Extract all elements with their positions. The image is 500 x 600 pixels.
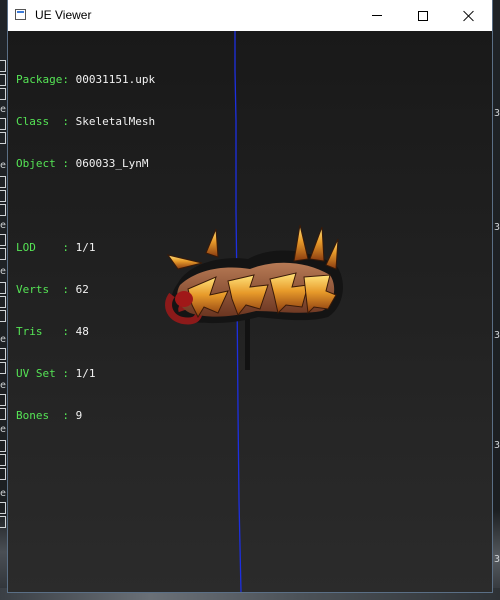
bg-mark: [0, 296, 6, 308]
bg-mark: [0, 408, 6, 420]
window-title: UE Viewer: [35, 8, 92, 22]
bg-mark: [0, 454, 6, 466]
bg-mark: [0, 516, 6, 528]
bg-letter: e: [0, 220, 7, 231]
bg-mark: [0, 362, 6, 374]
maximize-icon: [418, 10, 428, 21]
info-label: Package: [16, 73, 63, 86]
info-label: Verts: [16, 283, 63, 296]
info-row-lod: LOD : 1/1: [16, 241, 96, 254]
info-value: SkeletalMesh: [75, 115, 156, 128]
info-label: Object: [16, 157, 63, 170]
bg-mark: [0, 132, 6, 144]
info-label: UV Set: [16, 367, 63, 380]
bg-mark: [0, 176, 6, 188]
info-row-verts: Verts : 62: [16, 283, 89, 296]
bg-mark: [0, 282, 6, 294]
bg-letter: e: [0, 160, 7, 171]
app-window-icon[interactable]: [15, 9, 26, 20]
bg-mark: [0, 60, 6, 72]
bg-letter: e: [0, 334, 7, 345]
bg-number: 3: [493, 554, 500, 565]
bg-mark: [0, 74, 6, 86]
bg-letter: e: [0, 266, 7, 277]
minimize-button[interactable]: [354, 0, 400, 31]
info-row-object: Object : 060033_LynM: [16, 157, 149, 170]
bg-number: 3: [493, 108, 500, 119]
bg-letter: e: [0, 104, 7, 115]
bg-mark: [0, 190, 6, 202]
bg-mark: [0, 440, 6, 452]
info-value: 060033_LynM: [75, 157, 149, 170]
bg-mark: [0, 310, 6, 322]
info-label: Class: [16, 115, 63, 128]
bg-mark: [0, 394, 6, 406]
info-value: 62: [75, 283, 89, 296]
maximize-button[interactable]: [400, 0, 446, 31]
ue-viewer-window: UE Viewer Package: 00031151.upk Class : …: [8, 0, 492, 592]
bg-letter: e: [0, 424, 7, 435]
info-value: 9: [75, 409, 83, 422]
info-row-tris: Tris : 48: [16, 325, 89, 338]
close-button[interactable]: [446, 0, 492, 31]
bg-mark: [0, 204, 6, 216]
bg-mark: [0, 234, 6, 246]
bg-letter: e: [0, 488, 7, 499]
info-row-bones: Bones : 9: [16, 409, 83, 422]
bg-mark: [0, 502, 6, 514]
bg-number: 3: [493, 440, 500, 451]
3d-viewport[interactable]: Package: 00031151.upk Class : SkeletalMe…: [8, 31, 492, 592]
bg-mark: [0, 248, 6, 260]
rendered-mesh-logo: [165, 225, 343, 370]
info-row-class: Class : SkeletalMesh: [16, 115, 156, 128]
bg-mark: [0, 348, 6, 360]
bg-letter: e: [0, 380, 7, 391]
info-label: LOD: [16, 241, 63, 254]
close-icon: [463, 10, 475, 22]
bg-number: 3: [493, 330, 500, 341]
desktop-background-right: 3 3 3 3 3: [492, 0, 500, 600]
bg-number: 3: [493, 222, 500, 233]
bg-mark: [0, 468, 6, 480]
info-row-uvset: UV Set : 1/1: [16, 367, 96, 380]
title-bar[interactable]: UE Viewer: [8, 0, 492, 31]
bg-mark: [0, 88, 6, 100]
mesh-info-overlay: Package: 00031151.upk Class : SkeletalMe…: [16, 45, 155, 451]
info-value: 48: [75, 325, 89, 338]
info-value: 1/1: [75, 241, 96, 254]
bg-mark: [0, 118, 6, 130]
minimize-icon: [372, 15, 382, 16]
info-label: Tris: [16, 325, 63, 338]
info-label: Bones: [16, 409, 63, 422]
info-value: 00031151.upk: [75, 73, 156, 86]
info-value: 1/1: [75, 367, 96, 380]
info-row-package: Package: 00031151.upk: [16, 73, 156, 86]
